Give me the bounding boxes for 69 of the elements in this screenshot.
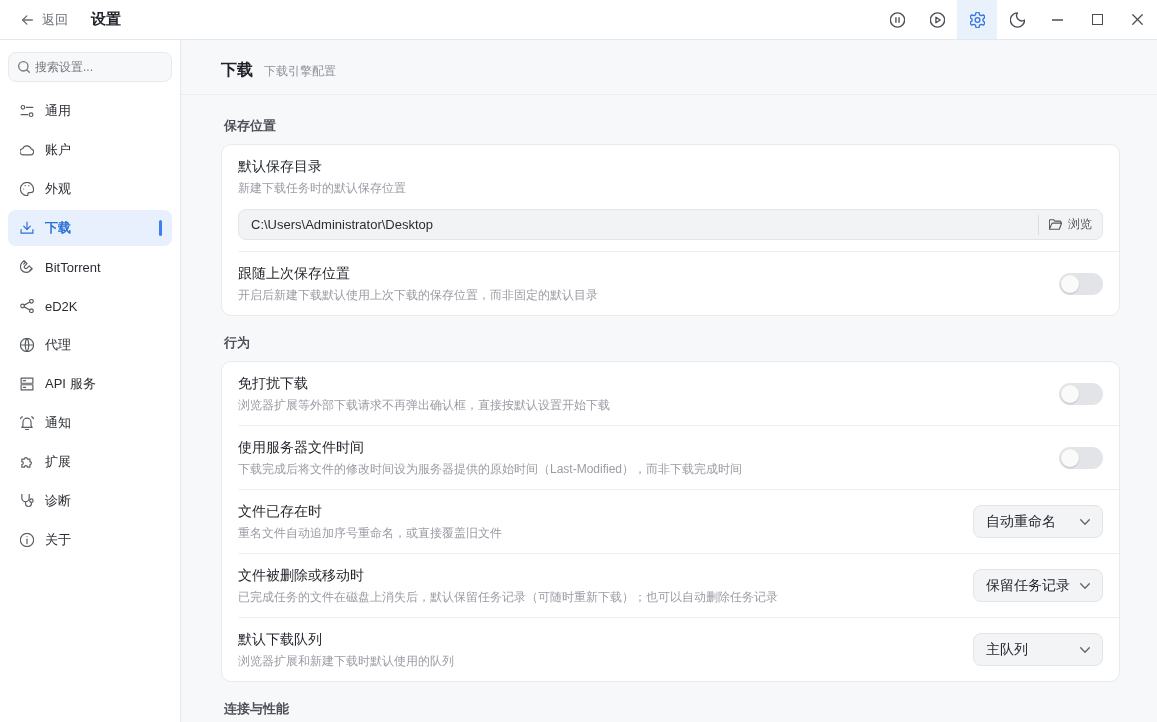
server-icon [20,377,34,391]
section-heading: 连接与性能 [224,700,290,718]
page-subtitle: 下载引擎配置 [264,63,336,80]
share-icon [20,299,34,313]
setting-description: 已完成任务的文件在磁盘上消失后，默认保留任务记录（可随时重新下载）；也可以自动删除任务记录 [238,589,779,606]
back-button[interactable]: 返回 [20,6,70,33]
moon-icon [1009,11,1025,28]
palette-icon [20,182,34,196]
setting-title: 默认下载队列 [238,630,323,649]
sidebar-item[interactable]: 关于 [8,522,172,558]
download-icon [20,221,34,235]
search-field[interactable]: 搜索设置... [8,52,172,82]
sliders-icon [20,104,34,118]
sidebar-item[interactable]: 扩展 [8,444,172,480]
page-title: 下载 [221,60,253,80]
setting-description: 新建下载任务时的默认保存位置 [238,180,407,197]
setting-description: 下载完成后将文件的修改时间设为服务器提供的原始时间（Last-Modified），而非下载完成时间 [238,461,744,478]
sidebar-item[interactable]: 外观 [8,171,172,207]
setting-description: 重名文件自动追加序号重命名，或直接覆盖旧文件 [238,525,503,542]
sidebar-item[interactable]: BitTorrent [8,249,172,285]
info-icon [20,533,34,547]
chevron-down-icon [1080,518,1090,525]
pause-icon [889,11,905,28]
folder-icon [1049,219,1062,230]
puzzle-icon [20,455,34,469]
chevron-down-icon [1080,582,1090,589]
toggle-switch[interactable] [1059,446,1103,469]
window-title: 设置 [91,10,121,29]
cloud-icon [20,143,34,157]
section-heading: 保存位置 [224,117,277,135]
maximize-icon [1091,14,1103,25]
select-dropdown[interactable]: 自动重命名 [973,505,1103,538]
setting-title: 跟随上次保存位置 [238,264,351,283]
setting-description: 开启后新建下载默认使用上次下载的保存位置，而非固定的默认目录 [238,287,599,304]
sidebar-item[interactable]: 通用 [8,93,172,129]
select-dropdown[interactable]: 保留任务记录 [973,569,1103,602]
stethoscope-icon [20,494,34,508]
settings-button[interactable] [957,0,997,39]
setting-description: 浏览器扩展等外部下载请求不再弹出确认框，直接按默认设置开始下载 [238,397,611,414]
sidebar-item[interactable]: 账户 [8,132,172,168]
active-indicator-icon [159,220,162,236]
chevron-down-icon [1080,646,1090,653]
browse-button[interactable]: 浏览 [1039,210,1102,239]
play-icon [929,11,945,28]
setting-title: 免打扰下载 [238,374,309,393]
sidebar-item[interactable]: eD2K [8,288,172,324]
toggle-switch[interactable] [1059,382,1103,405]
setting-title: 使用服务器文件时间 [238,438,365,457]
setting-title: 文件被删除或移动时 [238,566,365,585]
sidebar-item[interactable]: API 服务 [8,366,172,402]
section-heading: 行为 [224,334,251,352]
sidebar-item[interactable]: 代理 [8,327,172,363]
close-icon [1131,14,1143,25]
minimize-icon [1051,18,1063,21]
sidebar-item[interactable]: 下载 [8,210,172,246]
globe-icon [20,338,34,352]
back-arrow-icon [22,14,33,25]
setting-description: 浏览器扩展和新建下载时默认使用的队列 [238,653,455,670]
search-icon [18,61,30,73]
sidebar-item[interactable]: 诊断 [8,483,172,519]
path-field[interactable]: C:\Users\Administrator\Desktop 浏览 [238,209,1103,240]
toggle-switch[interactable] [1059,272,1103,295]
sidebar-item[interactable]: 通知 [8,405,172,441]
bell-icon [20,416,34,430]
select-dropdown[interactable]: 主队列 [973,633,1103,666]
setting-title: 默认保存目录 [238,157,323,176]
settings-icon [969,11,985,28]
magnet-icon [20,260,34,274]
setting-title: 文件已存在时 [238,502,323,521]
